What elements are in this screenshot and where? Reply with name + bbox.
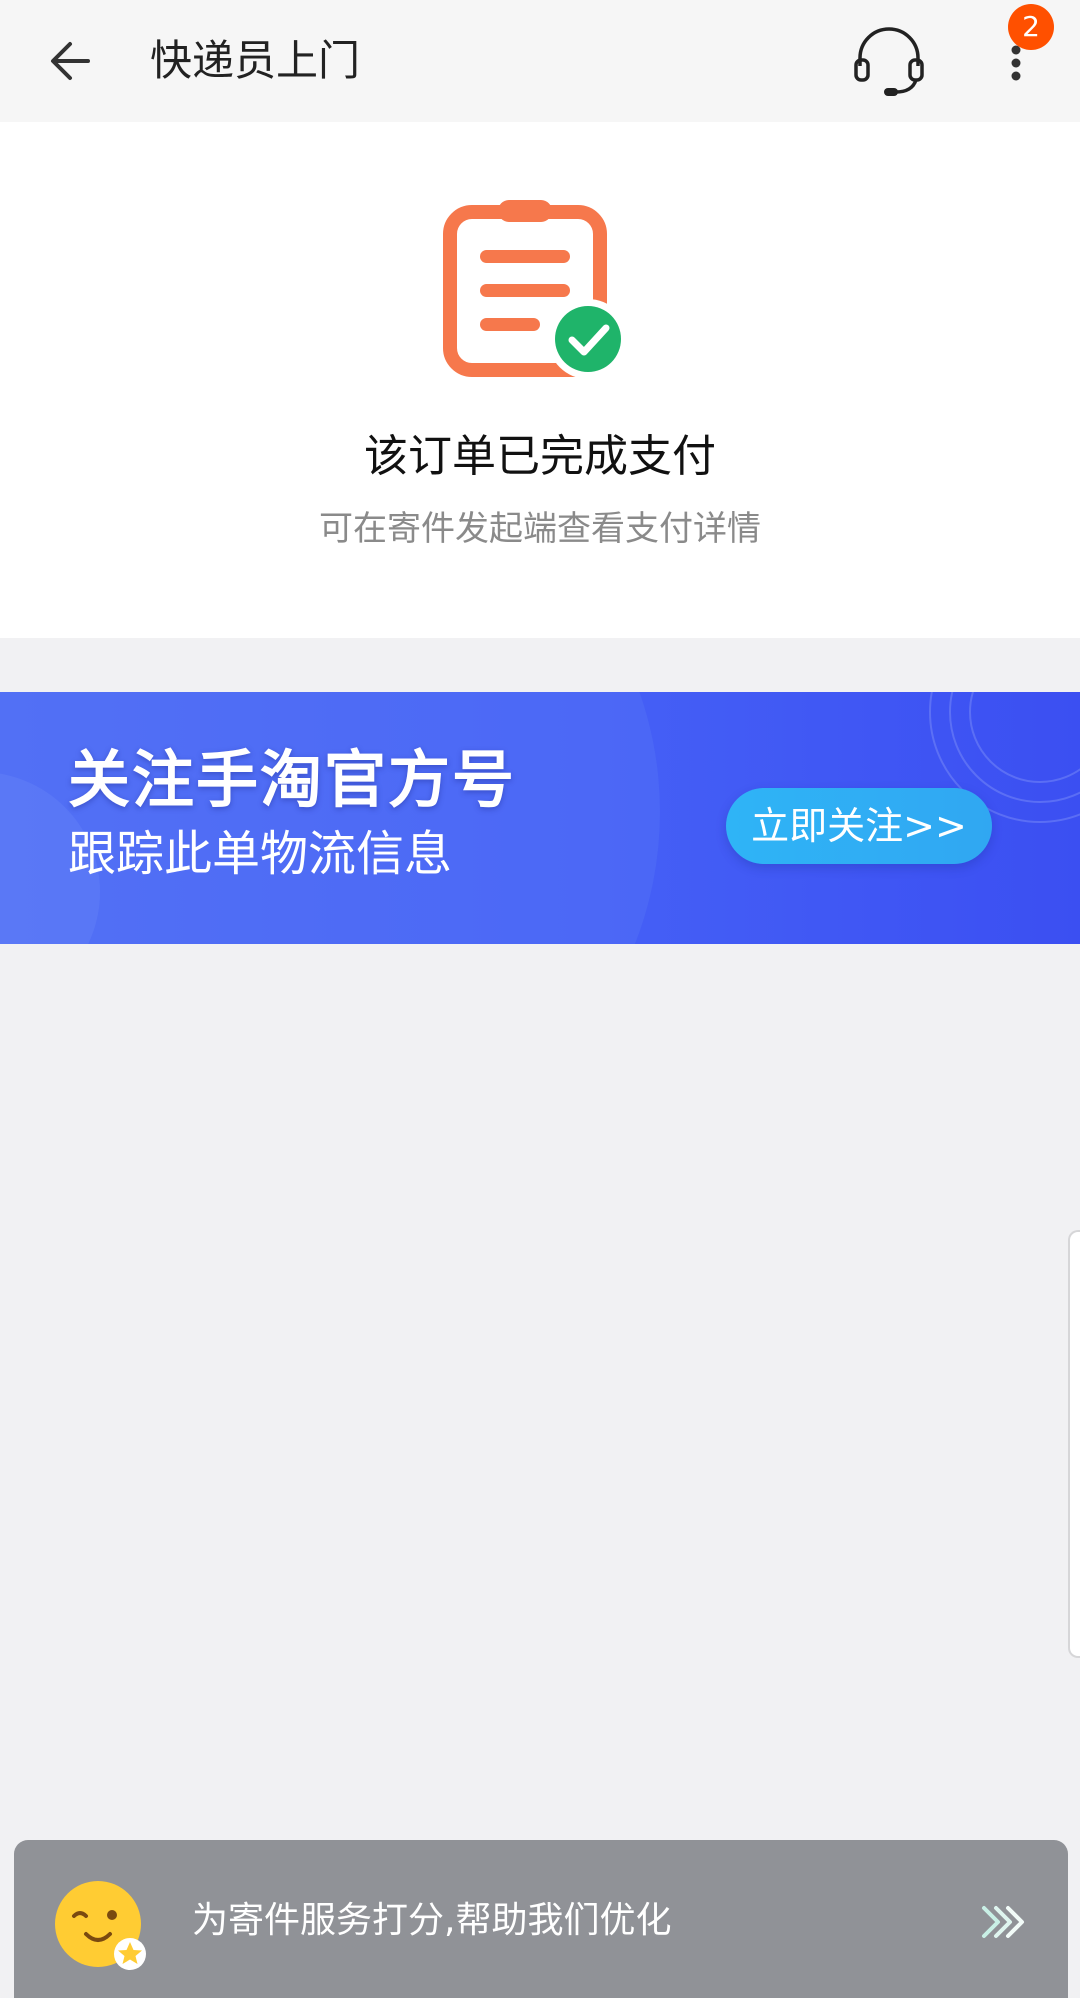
notification-badge: 2 — [1008, 4, 1054, 50]
banner-title: 关注手淘官方号 — [68, 743, 517, 816]
back-arrow-icon — [51, 42, 90, 80]
payment-status-card: 该订单已完成支付 可在寄件发起端查看支付详情 — [0, 122, 1080, 638]
smiley-face-icon — [50, 1876, 152, 1978]
status-subtitle: 可在寄件发起端查看支付详情 — [319, 509, 761, 549]
follow-now-button[interactable]: 立即关注>> — [726, 788, 992, 864]
triple-chevron-right-icon[interactable] — [978, 1900, 1026, 1944]
page-title: 快递员上门 — [150, 36, 361, 85]
side-scroll-handle[interactable] — [1068, 1230, 1080, 1658]
customer-service-button[interactable] — [850, 20, 928, 98]
clipboard-check-icon — [440, 194, 630, 384]
banner-subtitle: 跟踪此单物流信息 — [68, 826, 453, 882]
headset-icon — [854, 27, 924, 96]
back-button[interactable] — [40, 28, 106, 94]
follow-official-account-banner[interactable]: 关注手淘官方号 跟踪此单物流信息 立即关注>> — [0, 692, 1080, 944]
status-title: 该订单已完成支付 — [364, 431, 716, 482]
service-rating-bar[interactable]: 为寄件服务打分,帮助我们优化 — [14, 1840, 1068, 1998]
rating-prompt-text: 为寄件服务打分,帮助我们优化 — [192, 1900, 672, 1941]
top-navigation-bar: 快递员上门 2 — [0, 0, 1080, 122]
